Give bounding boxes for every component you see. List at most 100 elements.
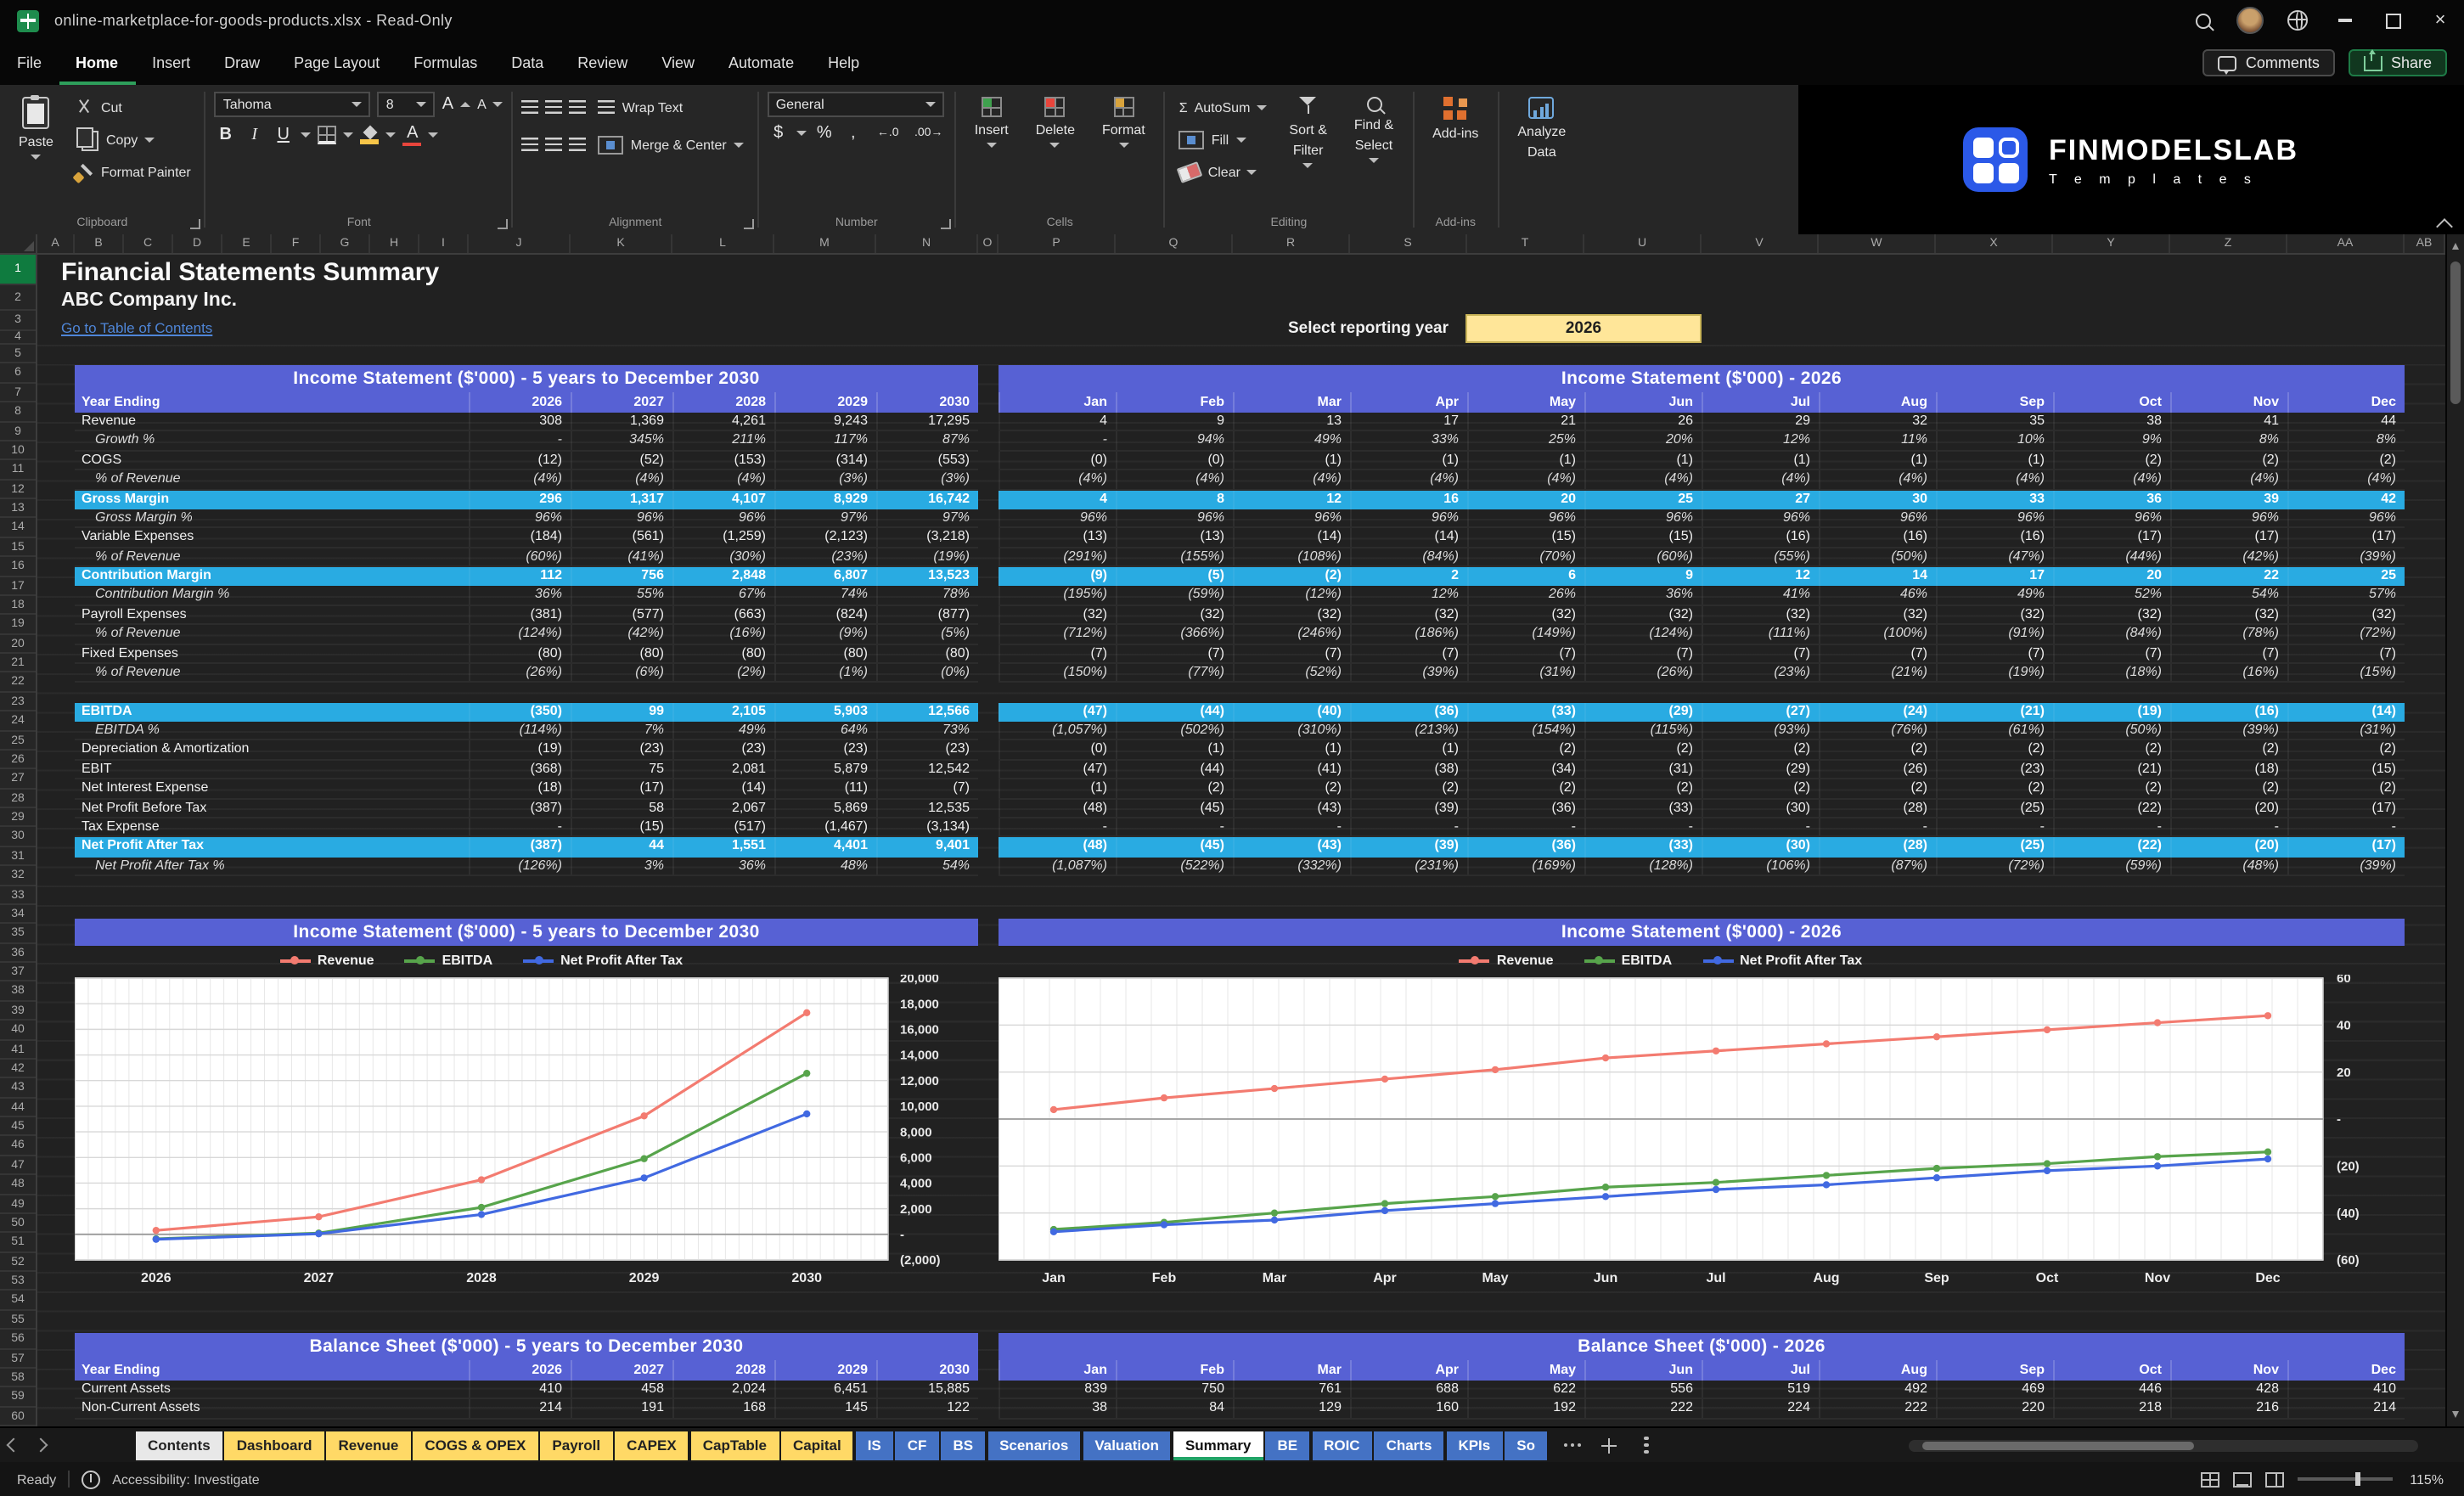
connected-experiences-button[interactable] — [2274, 0, 2321, 41]
value-cell[interactable]: 54% — [2170, 586, 2287, 605]
value-cell[interactable]: (153) — [672, 451, 774, 470]
value-cell[interactable]: (522%) — [1116, 857, 1233, 875]
value-cell[interactable]: (32) — [1584, 605, 1702, 624]
value-cell[interactable]: 96% — [999, 509, 1116, 527]
value-cell[interactable]: (43) — [1233, 837, 1350, 858]
column-header-AA[interactable]: AA — [2287, 234, 2405, 253]
value-cell[interactable]: (332%) — [1233, 857, 1350, 875]
value-cell[interactable]: (1) — [1350, 740, 1467, 759]
value-cell[interactable]: 6 — [1467, 567, 1584, 587]
zoom-slider-knob[interactable] — [2354, 1472, 2360, 1486]
value-cell[interactable]: (17) — [2287, 799, 2405, 817]
value-cell[interactable]: 4,107 — [672, 490, 774, 509]
value-cell[interactable]: 4 — [999, 490, 1116, 509]
align-middle-button[interactable] — [545, 100, 563, 114]
value-cell[interactable]: (32) — [2053, 605, 2170, 624]
value-cell[interactable]: (72%) — [1936, 857, 2053, 875]
horizontal-scroll-thumb[interactable] — [1922, 1442, 2194, 1450]
value-cell[interactable]: (61%) — [1936, 722, 2053, 740]
column-header-P[interactable]: P — [999, 234, 1116, 253]
value-cell[interactable]: 96% — [2170, 509, 2287, 527]
value-cell[interactable]: - — [1936, 818, 2053, 836]
value-cell[interactable]: 12% — [1702, 431, 1819, 450]
font-family-select[interactable]: Tahoma — [214, 92, 371, 117]
row-header-33[interactable]: 33 — [0, 886, 36, 905]
value-cell[interactable]: - — [1350, 818, 1467, 836]
value-cell[interactable]: (712%) — [999, 625, 1116, 643]
header-cell[interactable]: 2030 — [876, 392, 978, 413]
value-cell[interactable]: (23) — [876, 740, 978, 759]
row-header-31[interactable]: 31 — [0, 847, 36, 867]
header-cell[interactable]: Dec — [2287, 1360, 2405, 1381]
value-cell[interactable]: 44 — [571, 837, 672, 858]
value-cell[interactable]: 446 — [2053, 1381, 2170, 1398]
new-sheet-button[interactable] — [1601, 1437, 1617, 1453]
value-cell[interactable]: (2) — [1233, 567, 1350, 587]
value-cell[interactable]: 519 — [1702, 1381, 1819, 1398]
value-cell[interactable]: (2) — [2170, 740, 2287, 759]
row-header-12[interactable]: 12 — [0, 480, 36, 499]
row-header-44[interactable]: 44 — [0, 1098, 36, 1117]
value-cell[interactable]: 96% — [1233, 509, 1350, 527]
value-cell[interactable]: (114%) — [469, 722, 571, 740]
value-cell[interactable]: (2) — [1819, 740, 1936, 759]
value-cell[interactable]: (7) — [1584, 644, 1702, 662]
column-header-S[interactable]: S — [1350, 234, 1467, 253]
search-button[interactable] — [2179, 0, 2226, 41]
value-cell[interactable]: (14) — [672, 779, 774, 797]
menu-data[interactable]: Data — [494, 41, 560, 85]
value-cell[interactable]: 36% — [672, 857, 774, 875]
header-cell[interactable]: Feb — [1116, 392, 1233, 413]
value-cell[interactable]: (106%) — [1702, 857, 1819, 875]
value-cell[interactable]: (314) — [774, 451, 876, 470]
value-cell[interactable]: (7) — [1702, 644, 1819, 662]
sheet-tab-capex[interactable]: CAPEX — [615, 1431, 689, 1459]
income-statement-annual-chart[interactable]: 20,000 18,000 16,000 14,000 12,000 10,000 8,00… — [75, 975, 978, 1306]
value-cell[interactable]: 308 — [469, 413, 571, 430]
row-header-39[interactable]: 39 — [0, 1002, 36, 1021]
value-cell[interactable]: (31) — [1584, 760, 1702, 779]
value-cell[interactable]: (80) — [774, 644, 876, 662]
value-cell[interactable]: 129 — [1233, 1399, 1350, 1418]
value-cell[interactable]: (18) — [469, 779, 571, 797]
value-cell[interactable]: (2) — [2287, 740, 2405, 759]
value-cell[interactable]: (52) — [571, 451, 672, 470]
value-cell[interactable]: (22) — [2053, 837, 2170, 858]
value-cell[interactable]: 12 — [1233, 490, 1350, 509]
more-sheets-icon[interactable] — [1570, 1443, 1574, 1448]
value-cell[interactable]: (14) — [1233, 528, 1350, 547]
value-cell[interactable]: (17) — [2287, 837, 2405, 858]
row-header-59[interactable]: 59 — [0, 1388, 36, 1408]
value-cell[interactable]: 36% — [1584, 586, 1702, 605]
header-cell[interactable]: Jan — [999, 1360, 1116, 1381]
value-cell[interactable]: (32) — [999, 605, 1116, 624]
value-cell[interactable]: (77%) — [1116, 663, 1233, 682]
value-cell[interactable]: 96% — [1467, 509, 1584, 527]
row-header-42[interactable]: 42 — [0, 1060, 36, 1079]
value-cell[interactable]: (154%) — [1467, 722, 1584, 740]
value-cell[interactable]: (561) — [571, 528, 672, 547]
value-cell[interactable]: - — [1702, 818, 1819, 836]
value-cell[interactable]: (368) — [469, 760, 571, 779]
row-label-cell[interactable]: Current Assets — [75, 1381, 469, 1398]
value-cell[interactable]: (42%) — [2170, 548, 2287, 565]
row-header-10[interactable]: 10 — [0, 441, 36, 461]
value-cell[interactable]: 4,261 — [672, 413, 774, 430]
value-cell[interactable]: (40) — [1233, 702, 1350, 722]
value-cell[interactable]: (47) — [999, 760, 1116, 779]
sheet-tab-charts[interactable]: Charts — [1374, 1431, 1444, 1459]
value-cell[interactable]: (31%) — [2287, 722, 2405, 740]
value-cell[interactable]: (84%) — [2053, 625, 2170, 643]
value-cell[interactable]: (16%) — [672, 625, 774, 643]
row-header-15[interactable]: 15 — [0, 538, 36, 558]
value-cell[interactable]: (13) — [999, 528, 1116, 547]
value-cell[interactable]: 761 — [1233, 1381, 1350, 1398]
value-cell[interactable]: 96% — [2287, 509, 2405, 527]
header-cell[interactable]: Jun — [1584, 1360, 1702, 1381]
value-cell[interactable]: (2,123) — [774, 528, 876, 547]
value-cell[interactable]: (0) — [999, 451, 1116, 470]
header-cell[interactable]: 2028 — [672, 392, 774, 413]
value-cell[interactable]: (310%) — [1233, 722, 1350, 740]
row-label-cell[interactable]: Contribution Margin % — [75, 587, 469, 605]
value-cell[interactable]: (2) — [1936, 779, 2053, 797]
